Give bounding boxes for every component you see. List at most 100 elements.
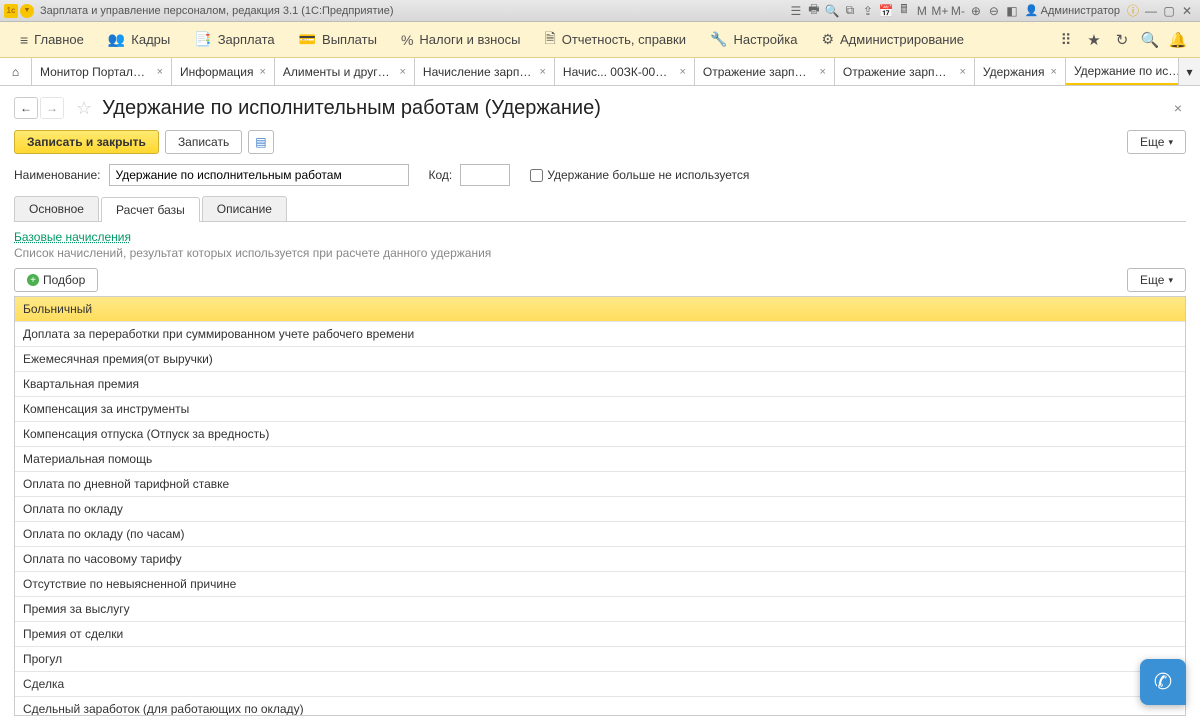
document-tab[interactable]: Отражение зарпла...× [835, 58, 975, 85]
tab-description[interactable]: Описание [202, 196, 287, 221]
tab-label: Начис... 00ЗК-000018 [563, 65, 674, 79]
page-close-icon[interactable]: × [1170, 96, 1186, 120]
tab-calc-base[interactable]: Расчет базы [101, 197, 200, 222]
save-and-close-button[interactable]: Записать и закрыть [14, 130, 159, 154]
nav-icon: % [401, 32, 413, 48]
tab-label: Информация [180, 65, 253, 79]
list-item[interactable]: Доплата за переработки при суммированном… [15, 322, 1185, 347]
document-tab[interactable]: Отражение зарпла...× [695, 58, 835, 85]
mainnav-item[interactable]: 👥Кадры [96, 22, 182, 57]
tab-close-icon[interactable]: × [679, 66, 685, 78]
sub-tabs: Основное Расчет базы Описание [14, 196, 1186, 222]
list-item[interactable]: Сделка [15, 672, 1185, 697]
list-item[interactable]: Компенсация за инструменты [15, 397, 1185, 422]
document-tab[interactable]: Информация × [172, 58, 275, 85]
toolbar-icon[interactable]: ☰ [787, 4, 805, 18]
tab-main[interactable]: Основное [14, 196, 99, 221]
mainnav-item[interactable]: ⚙Администрирование [809, 22, 976, 57]
zoom-in-icon[interactable]: ⊕ [967, 4, 985, 18]
history-icon[interactable]: ↻ [1108, 31, 1136, 49]
window-title: Зарплата и управление персоналом, редакц… [40, 5, 393, 17]
zoom-out-icon[interactable]: ⊖ [985, 4, 1003, 18]
mainnav-item[interactable]: 🗎Отчетность, справки [532, 22, 698, 57]
preview-icon[interactable]: 🔍 [823, 4, 841, 18]
tabs-dropdown-icon[interactable]: ▾ [1178, 58, 1200, 85]
pick-button[interactable]: +Подбор [14, 268, 98, 292]
bell-icon[interactable]: 🔔 [1164, 31, 1192, 49]
list-item[interactable]: Оплата по часовому тарифу [15, 547, 1185, 572]
list-item[interactable]: Отсутствие по невыясненной причине [15, 572, 1185, 597]
base-hint: Список начислений, результат которых исп… [14, 246, 1186, 260]
list-item[interactable]: Премия от сделки [15, 622, 1185, 647]
mainnav-item[interactable]: %Налоги и взносы [389, 22, 533, 57]
nav-icon: 🔧 [710, 31, 727, 48]
document-tab[interactable]: Удержание по испо...× [1066, 58, 1178, 85]
more-button[interactable]: Еще ▾ [1127, 130, 1186, 154]
user-chip[interactable]: 👤Администратор [1025, 4, 1120, 17]
accruals-list: БольничныйДоплата за переработки при сум… [14, 296, 1186, 716]
m-plus-label[interactable]: M+ [931, 4, 949, 18]
code-field[interactable] [460, 164, 510, 186]
call-fab[interactable]: ✆ [1140, 659, 1186, 705]
list-item[interactable]: Компенсация отпуска (Отпуск за вредность… [15, 422, 1185, 447]
home-tab[interactable]: ⌂ [0, 58, 32, 85]
list-item[interactable]: Квартальная премия [15, 372, 1185, 397]
calculator-icon[interactable]: 🖩 [895, 0, 913, 21]
nav-label: Главное [34, 32, 84, 47]
list-item[interactable]: Оплата по окладу (по часам) [15, 522, 1185, 547]
nav-forward-button[interactable]: → [40, 97, 64, 119]
m-label[interactable]: M [913, 4, 931, 18]
report-button[interactable]: ▤ [248, 130, 273, 154]
list-toolbar: +Подбор Еще ▾ [14, 268, 1186, 292]
export-icon[interactable]: ⇪ [859, 4, 877, 18]
tab-content: Базовые начисления Список начислений, ре… [0, 222, 1200, 724]
save-button[interactable]: Записать [165, 130, 242, 154]
tab-close-icon[interactable]: × [539, 66, 545, 78]
mainnav-item[interactable]: 📑Зарплата [182, 22, 286, 57]
list-item[interactable]: Оплата по дневной тарифной ставке [15, 472, 1185, 497]
not-used-input[interactable] [530, 169, 543, 182]
m-minus-label[interactable]: M- [949, 4, 967, 18]
tab-close-icon[interactable]: × [1051, 66, 1057, 78]
document-tab[interactable]: Начис... 00ЗК-000018 × [555, 58, 695, 85]
tab-close-icon[interactable]: × [259, 66, 265, 78]
minimize-icon[interactable]: — [1142, 4, 1160, 18]
calendar-icon[interactable]: 📅 [877, 4, 895, 18]
not-used-checkbox[interactable]: Удержание больше не используется [530, 168, 749, 182]
panels-icon[interactable]: ◧ [1003, 4, 1021, 18]
tab-close-icon[interactable]: × [399, 66, 405, 78]
user-icon: 👤 [1025, 4, 1039, 17]
nav-back-button[interactable]: ← [14, 97, 38, 119]
list-more-button[interactable]: Еще ▾ [1127, 268, 1186, 292]
tab-close-icon[interactable]: × [157, 66, 163, 78]
favorite-icon[interactable]: ★ [1080, 31, 1108, 49]
search-icon[interactable]: 🔍 [1136, 31, 1164, 49]
mainnav-item[interactable]: 💳Выплаты [287, 22, 389, 57]
title-dropdown-icon[interactable]: ▼ [20, 4, 34, 18]
tab-close-icon[interactable]: × [959, 66, 965, 78]
favorite-star-icon[interactable]: ☆ [76, 98, 92, 119]
compare-icon[interactable]: ⧉ [841, 3, 859, 18]
list-item[interactable]: Премия за выслугу [15, 597, 1185, 622]
info-icon[interactable]: ⓘ [1124, 2, 1142, 19]
mainnav-item[interactable]: 🔧Настройка [698, 22, 809, 57]
print-icon[interactable]: 🖶 [805, 0, 823, 21]
close-icon[interactable]: ✕ [1178, 4, 1196, 18]
apps-icon[interactable]: ⠿ [1052, 31, 1080, 49]
list-item[interactable]: Сдельный заработок (для работающих по ок… [15, 697, 1185, 716]
maximize-icon[interactable]: ▢ [1160, 4, 1178, 18]
document-tab[interactable]: Алименты и другие...× [275, 58, 415, 85]
document-tab[interactable]: Монитор Портала 1...× [32, 58, 172, 85]
list-item[interactable]: Больничный [15, 297, 1185, 322]
list-item[interactable]: Прогул [15, 647, 1185, 672]
tab-close-icon[interactable]: × [819, 66, 825, 78]
name-field[interactable] [109, 164, 409, 186]
list-item[interactable]: Материальная помощь [15, 447, 1185, 472]
list-item[interactable]: Ежемесячная премия(от выручки) [15, 347, 1185, 372]
document-tab[interactable]: Удержания× [975, 58, 1066, 85]
list-item[interactable]: Оплата по окладу [15, 497, 1185, 522]
base-accruals-link[interactable]: Базовые начисления [14, 230, 1186, 244]
document-tab[interactable]: Начисление зарпла...× [415, 58, 555, 85]
mainnav-item[interactable]: ≡Главное [8, 22, 96, 57]
nav-label: Администрирование [840, 32, 964, 47]
